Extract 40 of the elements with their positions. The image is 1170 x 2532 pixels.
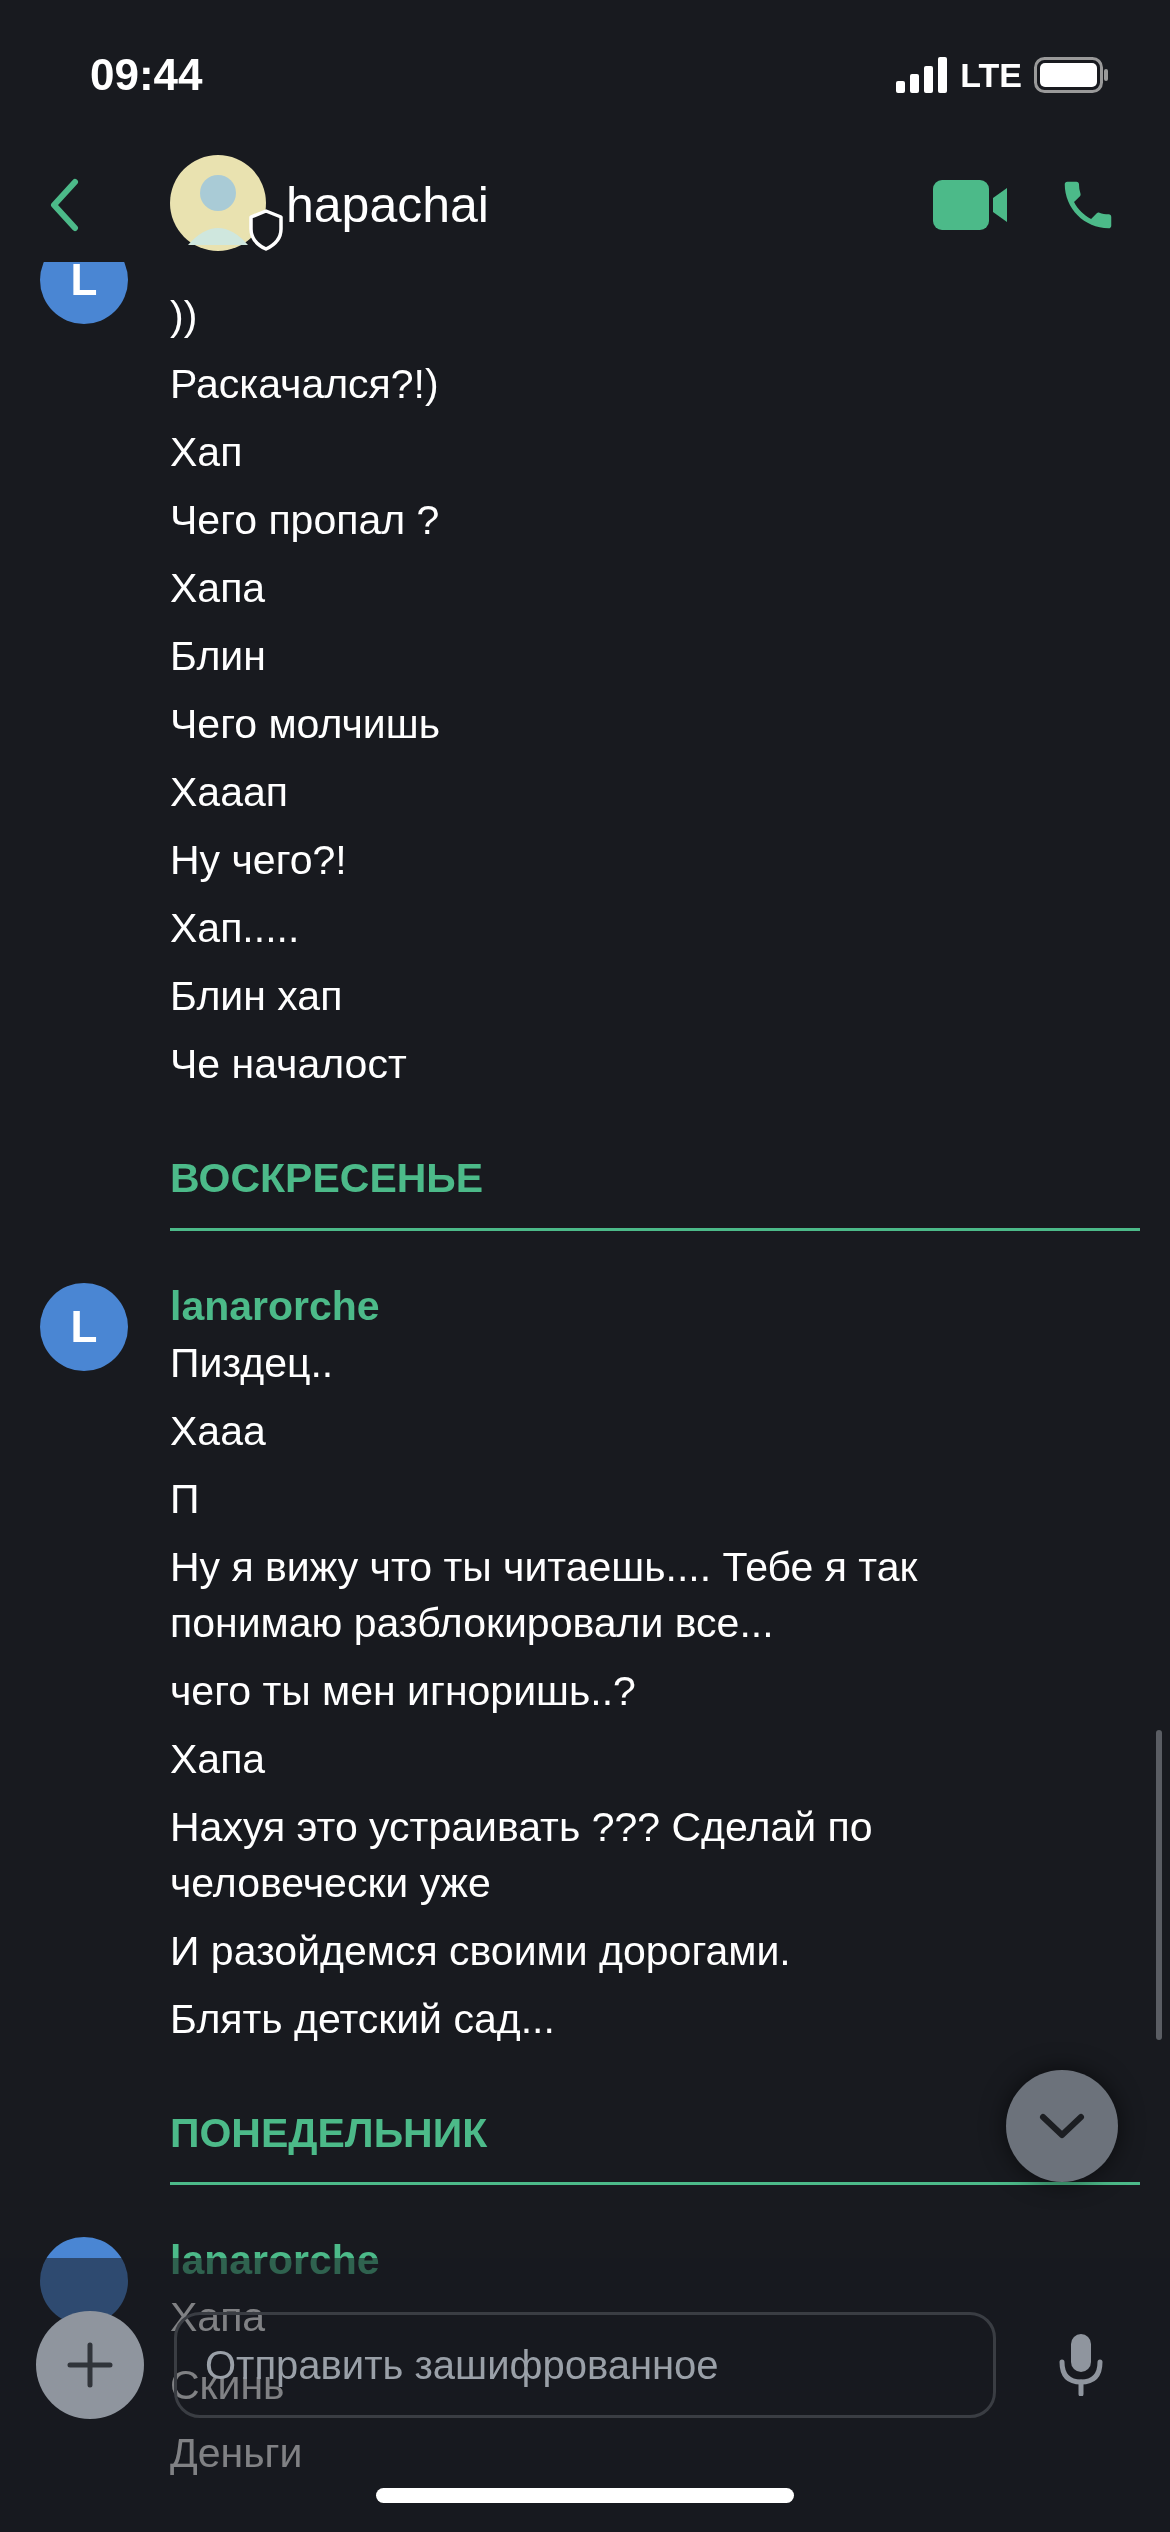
message-text: Блять детский сад...: [170, 1994, 555, 2044]
message-text: Блин: [170, 632, 266, 681]
message-text: Пиздец..: [170, 1338, 334, 1388]
chevron-down-icon: [1038, 2112, 1086, 2140]
message-text: П: [170, 1474, 200, 1524]
shield-icon: [248, 209, 284, 251]
message-text: чего ты мен игноришь..?: [170, 1666, 636, 1716]
message-text: Че началост: [170, 1040, 407, 1089]
avatar-letter: L: [70, 262, 98, 302]
microphone-icon: [1058, 2334, 1104, 2396]
signal-icon: [896, 57, 949, 93]
network-label: LTE: [960, 54, 1022, 96]
day-label: ВОСКРЕСЕНЬЕ: [170, 1155, 484, 1201]
message-text: Хааап: [170, 768, 288, 817]
contact-name: hapachai: [286, 175, 490, 235]
message-text: Нахуя это устраивать ??? Сделай по человечески уже: [170, 1802, 874, 1908]
video-camera-icon: [933, 180, 1007, 230]
message-text: Ну чего?!: [170, 836, 347, 885]
status-time: 09:44: [90, 49, 203, 101]
chevron-left-icon: [49, 178, 79, 232]
video-call-button[interactable]: [932, 177, 1008, 233]
message-text: Деньги: [170, 2429, 303, 2478]
message-text: Хап.....: [170, 904, 300, 953]
message-text: )): [170, 292, 198, 341]
message-text: Хап: [170, 428, 243, 477]
sender-name: lanarorche: [170, 2236, 381, 2285]
message-text: Чего молчишь: [170, 700, 440, 749]
message-text: Раскачался?!): [170, 360, 439, 409]
message-text: И разойдемся своими дорогами.: [170, 1926, 791, 1976]
message-text: Хааа: [170, 1406, 266, 1456]
message-text: Чего пропал ?: [170, 496, 440, 545]
avatar-letter: L: [70, 1304, 98, 1349]
message-text: Ну я вижу что ты читаешь.... Тебе я так понимаю разблокировали все...: [170, 1542, 919, 1648]
day-label: ПОНЕДЕЛЬНИК: [170, 2109, 488, 2156]
plus-icon: [66, 2341, 114, 2389]
battery-icon: [1034, 57, 1110, 93]
message-text: Хапа: [170, 564, 266, 613]
message-text: Блин хап: [170, 972, 343, 1021]
message-text: Хапа: [170, 1734, 266, 1784]
sender-name: lanarorche: [170, 1281, 381, 1331]
